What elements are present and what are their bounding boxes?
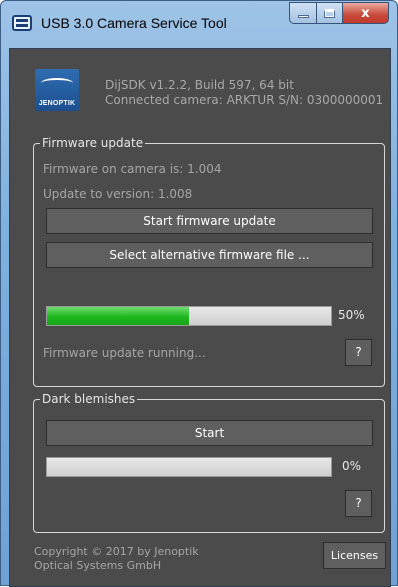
firmware-status: Firmware update running...: [43, 346, 206, 360]
dark-blemishes-group: Dark blemishes Start 0% ?: [33, 392, 385, 533]
firmware-progress-bar: [46, 306, 332, 326]
minimize-button[interactable]: [289, 2, 317, 24]
copyright: Copyright © 2017 by Jenoptik Optical Sys…: [34, 545, 199, 573]
window-title: USB 3.0 Camera Service Tool: [41, 15, 227, 31]
logo-arc-icon: [41, 78, 73, 88]
connected-camera-line: Connected camera: ARKTUR S/N: 0300000001: [105, 93, 384, 107]
firmware-on-camera: Firmware on camera is: 1.004: [43, 162, 222, 176]
firmware-progress-percent: 50%: [338, 308, 365, 322]
select-firmware-file-button[interactable]: Select alternative firmware file ...: [46, 242, 373, 268]
firmware-help-button[interactable]: ?: [345, 339, 372, 366]
licenses-button[interactable]: Licenses: [323, 542, 386, 569]
close-button[interactable]: x: [343, 2, 389, 24]
jenoptik-logo: JENOPTIK: [35, 69, 79, 111]
title-bar[interactable]: USB 3.0 Camera Service Tool x: [1, 1, 397, 47]
copyright-line-2: Optical Systems GmbH: [34, 559, 162, 572]
caption-buttons: x: [289, 2, 389, 24]
sdk-info: DijSDK v1.2.2, Build 597, 64 bit Connect…: [105, 78, 383, 108]
client-area: JENOPTIK DijSDK v1.2.2, Build 597, 64 bi…: [9, 48, 391, 587]
minimize-icon: [297, 14, 309, 18]
maximize-icon: [324, 8, 335, 18]
dark-blemishes-progress-percent: 0%: [342, 459, 362, 473]
sdk-version-line: DijSDK v1.2.2, Build 597, 64 bit: [105, 78, 294, 92]
firmware-progress-fill: [47, 307, 189, 325]
header: JENOPTIK DijSDK v1.2.2, Build 597, 64 bi…: [10, 49, 390, 119]
dark-blemishes-help-button[interactable]: ?: [345, 490, 372, 517]
close-icon: x: [361, 5, 370, 21]
app-window: USB 3.0 Camera Service Tool x JENOPTIK D…: [0, 0, 398, 587]
copyright-line-1: Copyright © 2017 by Jenoptik: [34, 545, 199, 558]
logo-text: JENOPTIK: [38, 100, 76, 107]
dark-blemishes-start-button[interactable]: Start: [46, 420, 373, 446]
maximize-button[interactable]: [317, 2, 343, 24]
update-to-version: Update to version: 1.008: [43, 187, 193, 201]
firmware-update-group: Firmware update Firmware on camera is: 1…: [33, 136, 385, 387]
dark-blemishes-progress-bar: [46, 457, 332, 477]
dark-blemishes-legend: Dark blemishes: [40, 392, 138, 406]
camera-tool-icon: [12, 15, 32, 31]
firmware-update-legend: Firmware update: [40, 136, 146, 150]
start-firmware-update-button[interactable]: Start firmware update: [46, 208, 373, 234]
